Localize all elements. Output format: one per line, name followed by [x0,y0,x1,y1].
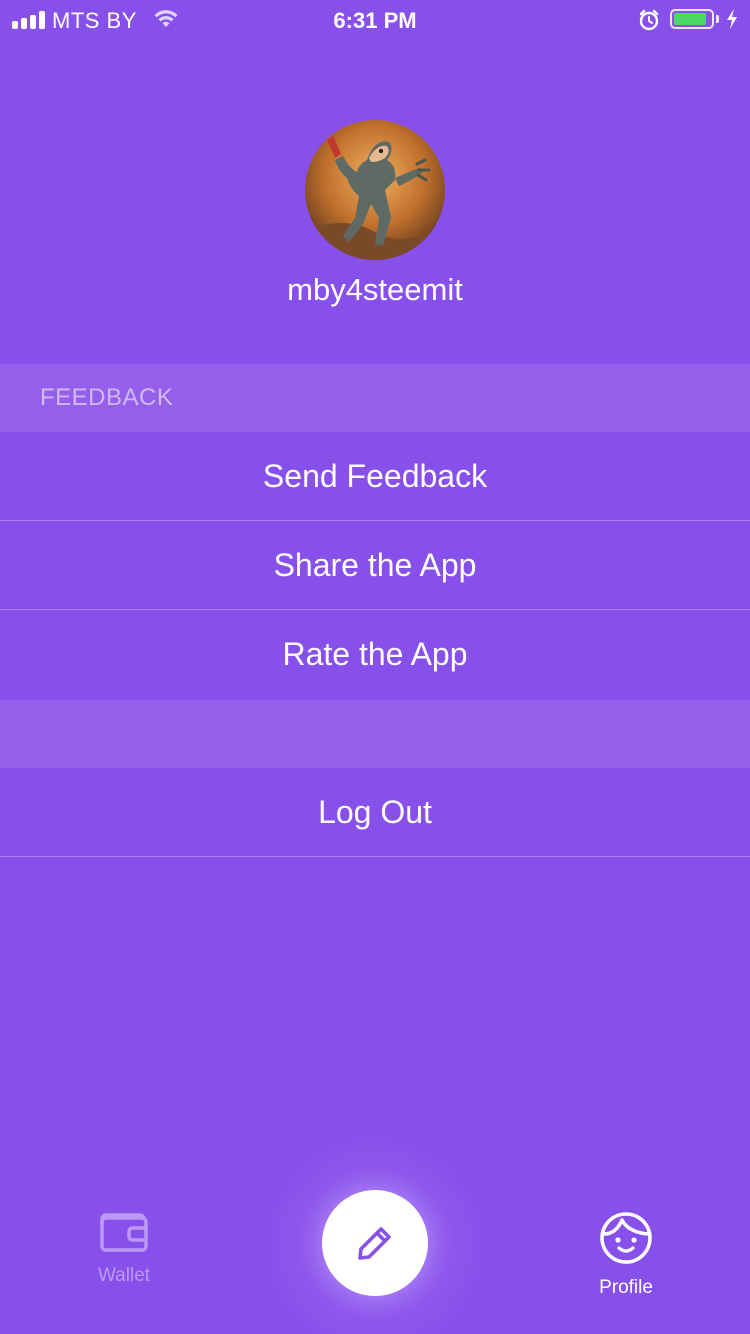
share-app-label: Share the App [273,546,477,583]
tab-profile-label: Profile [599,1277,653,1298]
battery-icon [670,9,714,29]
share-app-button[interactable]: Share the App [0,521,750,610]
avatar[interactable] [305,120,445,260]
feedback-section-label: FEEDBACK [40,384,174,411]
tab-profile[interactable]: Profile [566,1210,686,1299]
profile-face-icon [600,1212,652,1264]
feedback-section-header: FEEDBACK [0,364,750,432]
account-section-header [0,700,750,768]
charging-bolt-icon [725,8,739,36]
log-out-button[interactable]: Log Out [0,768,750,857]
rate-app-label: Rate the App [282,635,468,672]
send-feedback-button[interactable]: Send Feedback [0,432,750,521]
profile-screen: MTS BY 6:31 PM mby4steemit FEEDBACK Send… [0,0,750,1334]
tab-wallet-label: Wallet [97,1265,151,1286]
avatar-image [305,120,445,260]
rate-app-button[interactable]: Rate the App [0,610,750,698]
send-feedback-label: Send Feedback [262,457,488,494]
battery-level [674,13,707,25]
tab-wallet[interactable]: Wallet [64,1212,184,1287]
compose-button[interactable] [322,1190,428,1296]
status-bar: MTS BY 6:31 PM [0,0,750,40]
wallet-icon [100,1213,148,1252]
username: mby4steemit [287,272,463,307]
pencil-icon [358,1227,391,1260]
battery-nub [716,15,719,23]
log-out-label: Log Out [318,793,432,830]
alarm-icon [638,9,660,37]
